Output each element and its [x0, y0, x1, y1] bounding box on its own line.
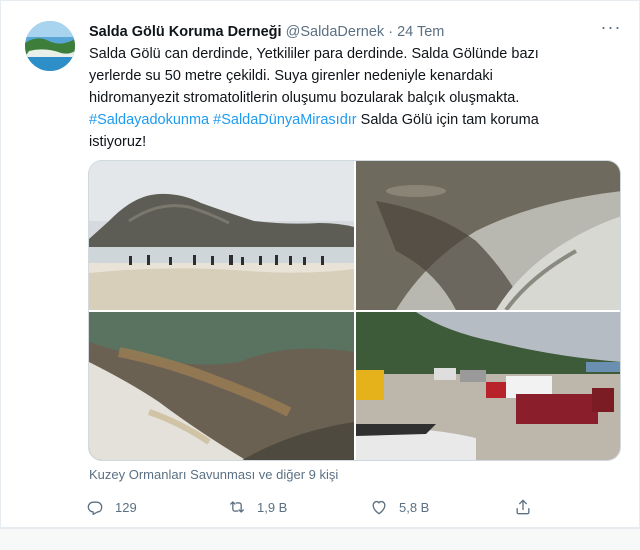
retweet-icon [227, 497, 247, 517]
share-button[interactable] [513, 493, 533, 521]
avatar-image [25, 21, 75, 71]
tweet-text-line: Salda Gölü can derdinde, Yetkililer para… [89, 46, 539, 62]
more-icon[interactable]: ··· [597, 17, 625, 39]
media-photo-3[interactable] [89, 312, 354, 460]
photo-white-shore [89, 312, 354, 460]
tweet-text-line-hashtags: #Saldayadokunma #SaldaDünyaMirasıdır Sal… [89, 109, 609, 131]
action-bar: 129 1,9 B 5,8 B [85, 493, 545, 521]
share-icon [513, 497, 533, 517]
separator-dot: · [388, 24, 394, 40]
reply-button[interactable]: 129 [85, 493, 137, 521]
avatar[interactable] [25, 21, 75, 71]
tweet-text-line: hidromanyezit stromatolitlerin oluşumu b… [89, 90, 520, 106]
heart-icon [369, 497, 389, 517]
tweet-text-fragment: Salda Gölü için tam koruma [356, 112, 539, 128]
tweet-header: Salda Gölü Koruma Derneği @SaldaDernek ·… [89, 23, 444, 41]
hashtag-link[interactable]: #SaldaDünyaMirasıdır [213, 112, 356, 128]
media-grid [88, 160, 621, 461]
tweet-card[interactable]: Salda Gölü Koruma Derneği @SaldaDernek ·… [0, 0, 640, 528]
author-name[interactable]: Salda Gölü Koruma Derneği [89, 24, 282, 40]
tweet-text: Salda Gölü can derdinde, Yetkililer para… [89, 43, 609, 153]
media-photo-1[interactable] [89, 161, 354, 310]
tweet-time[interactable]: 24 Tem [397, 24, 444, 40]
retweet-count: 1,9 B [257, 499, 288, 515]
photo-parking [356, 312, 620, 460]
hashtag-link[interactable]: #Saldayadokunma [89, 112, 209, 128]
like-button[interactable]: 5,8 B [369, 493, 429, 521]
retweet-button[interactable]: 1,9 B [227, 493, 287, 521]
photo-eroded-shore [356, 161, 620, 310]
liked-by-text[interactable]: Kuzey Ormanları Savunması ve diğer 9 kiş… [89, 467, 338, 482]
tweet-text-line: istiyoruz! [89, 134, 147, 150]
media-photo-4[interactable] [356, 312, 620, 460]
photo-lake-mountain [89, 161, 354, 310]
author-handle[interactable]: @SaldaDernek [286, 24, 385, 40]
reply-count: 129 [115, 499, 137, 515]
reply-icon [85, 497, 105, 517]
timeline-divider [0, 528, 640, 550]
like-count: 5,8 B [399, 499, 430, 515]
media-photo-2[interactable] [356, 161, 620, 310]
tweet-text-line: yerlerde su 50 metre çekildi. Suya giren… [89, 68, 493, 84]
